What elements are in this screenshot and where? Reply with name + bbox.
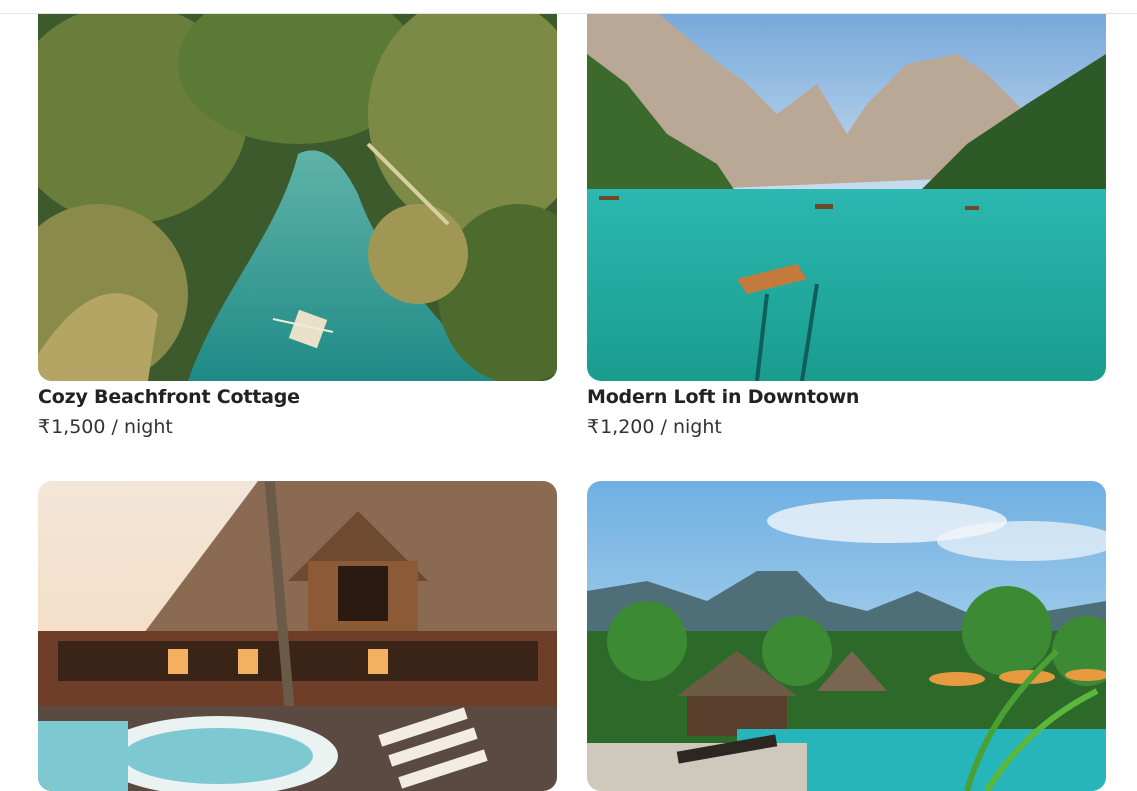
listing-price: ₹1,500 / night xyxy=(38,417,557,437)
listing-photo[interactable] xyxy=(587,481,1106,791)
listing-title[interactable]: Modern Loft in Downtown xyxy=(587,387,1106,407)
listing-card[interactable]: Modern Loft in Downtown ₹1,200 / night xyxy=(587,0,1106,437)
currency-symbol: ₹ xyxy=(587,416,600,438)
listing-photo[interactable] xyxy=(38,481,557,791)
currency-symbol: ₹ xyxy=(38,416,51,438)
listing-card[interactable] xyxy=(587,481,1106,791)
listing-price: ₹1,200 / night xyxy=(587,417,1106,437)
listing-card[interactable] xyxy=(38,481,557,791)
price-unit: / night xyxy=(111,416,173,438)
listing-photo[interactable] xyxy=(38,0,557,381)
listing-photo[interactable] xyxy=(587,0,1106,381)
price-amount: 1,200 xyxy=(600,416,655,438)
listing-card[interactable]: Cozy Beachfront Cottage ₹1,500 / night xyxy=(38,0,557,437)
listing-title[interactable]: Cozy Beachfront Cottage xyxy=(38,387,557,407)
price-amount: 1,500 xyxy=(51,416,106,438)
top-bar xyxy=(0,0,1137,14)
price-unit: / night xyxy=(660,416,722,438)
